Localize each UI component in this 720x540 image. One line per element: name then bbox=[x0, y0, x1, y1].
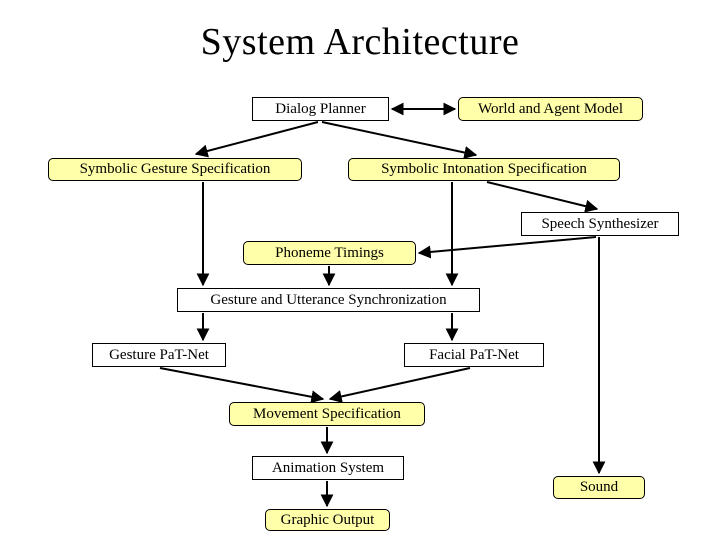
node-dialog_planner: Dialog Planner bbox=[252, 97, 389, 121]
edge-speech_synthesizer-to-phoneme_timings bbox=[417, 236, 597, 259]
node-facial_pat_net: Facial PaT-Net bbox=[404, 343, 544, 367]
edge-dialog_planner-to-symbolic_intonation bbox=[321, 121, 478, 159]
node-world_agent_model: World and Agent Model bbox=[458, 97, 643, 121]
node-sound: Sound bbox=[553, 476, 645, 499]
node-graphic_output: Graphic Output bbox=[265, 509, 390, 531]
node-label: Facial PaT-Net bbox=[429, 346, 519, 363]
node-label: World and Agent Model bbox=[477, 100, 624, 117]
node-label: Animation System bbox=[271, 459, 385, 476]
node-label: Gesture PaT-Net bbox=[109, 346, 209, 363]
node-label: Gesture and Utterance Synchronization bbox=[210, 291, 447, 308]
node-label: Sound bbox=[579, 479, 619, 495]
edge-facial_pat_net-to-movement_spec bbox=[328, 367, 471, 403]
node-phoneme_timings: Phoneme Timings bbox=[243, 241, 416, 265]
node-label: Symbolic Intonation Specification bbox=[381, 161, 587, 177]
node-label: Graphic Output bbox=[280, 511, 375, 528]
edge-gesture_pat_net-to-movement_spec bbox=[159, 367, 325, 404]
node-symbolic_gesture: Symbolic Gesture Specification bbox=[48, 158, 302, 181]
node-animation_system: Animation System bbox=[252, 456, 404, 480]
edge-symbolic_intonation-to-speech_synthesizer bbox=[486, 181, 599, 213]
system-architecture-diagram: System Architecture Dialog Planner World … bbox=[0, 0, 720, 540]
node-label: Phoneme Timings bbox=[275, 244, 384, 261]
node-speech_synthesizer: Speech Synthesizer bbox=[521, 212, 679, 236]
node-label: Symbolic Gesture Specification bbox=[79, 161, 271, 177]
node-label: Dialog Planner bbox=[275, 100, 366, 117]
node-movement_spec: Movement Specification bbox=[229, 402, 425, 426]
node-label: Speech Synthesizer bbox=[541, 215, 659, 232]
node-gesture_utterance_sync: Gesture and Utterance Synchronization bbox=[177, 288, 480, 312]
node-label: Movement Specification bbox=[253, 405, 401, 422]
edge-dialog_planner-to-symbolic_gesture bbox=[194, 121, 319, 158]
node-gesture_pat_net: Gesture PaT-Net bbox=[92, 343, 226, 367]
node-symbolic_intonation: Symbolic Intonation Specification bbox=[348, 158, 620, 181]
